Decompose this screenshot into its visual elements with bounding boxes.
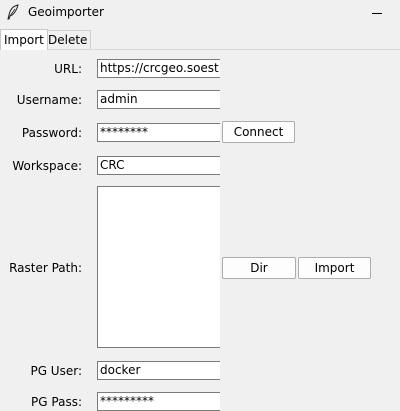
import-button[interactable]: Import <box>298 257 371 279</box>
url-label: URL: <box>54 62 82 76</box>
pg-pass-input[interactable]: ********* <box>97 392 220 411</box>
tab-import[interactable]: Import <box>0 29 48 50</box>
minimize-button[interactable] <box>354 0 400 26</box>
username-input[interactable]: admin <box>97 90 220 109</box>
dir-button[interactable]: Dir <box>222 257 296 279</box>
connect-button[interactable]: Connect <box>222 121 295 143</box>
window-title: Geoimporter <box>28 5 104 19</box>
pg-user-label: PG User: <box>30 364 82 378</box>
workspace-input[interactable]: CRC <box>97 156 220 175</box>
username-label: Username: <box>16 93 82 107</box>
password-label: Password: <box>21 126 82 140</box>
pg-user-input[interactable]: docker <box>97 361 220 380</box>
raster-path-label: Raster Path: <box>9 261 82 275</box>
tab-delete[interactable]: Delete <box>44 30 92 49</box>
pg-pass-label: PG Pass: <box>31 395 82 409</box>
password-input[interactable]: ******** <box>97 123 220 142</box>
workspace-label: Workspace: <box>12 159 82 173</box>
url-input[interactable]: https://crcgeo.soest.hawaii.edu/geoserve… <box>97 59 220 78</box>
minimize-icon <box>372 12 382 14</box>
feather-icon <box>7 4 19 20</box>
title-bar: Geoimporter <box>0 0 400 26</box>
raster-path-listbox[interactable] <box>97 186 220 348</box>
import-panel: URL: https://crcgeo.soest.hawaii.edu/geo… <box>0 50 400 411</box>
